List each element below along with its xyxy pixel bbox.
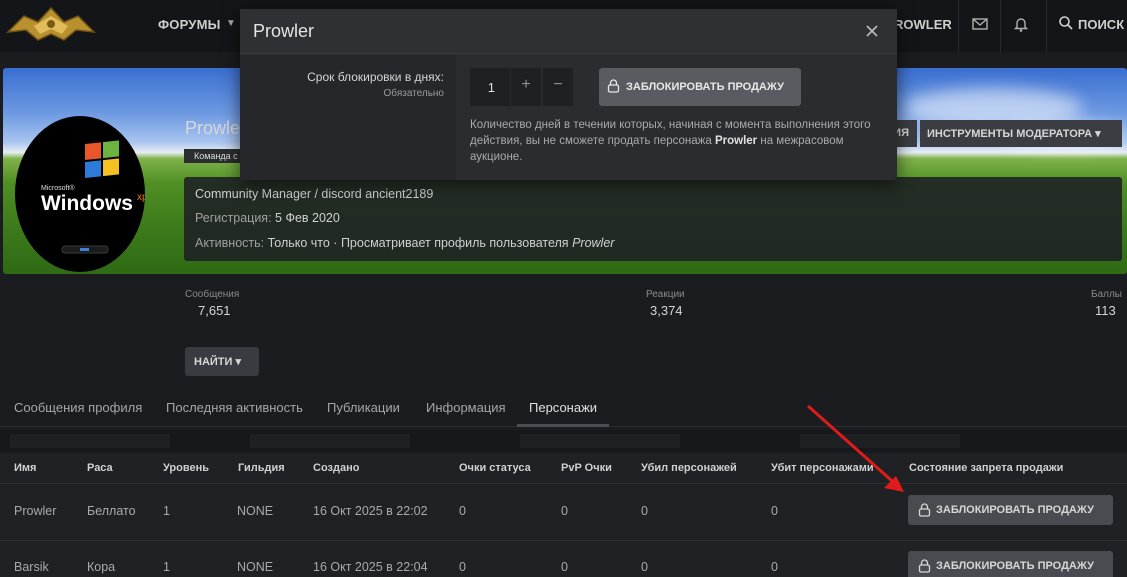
cell-name: Barsik [14, 560, 49, 574]
cell-killed-by: 0 [771, 504, 778, 518]
nav-search[interactable]: ПОИСК [1078, 17, 1124, 32]
block-sale-label: ЗАБЛОКИРОВАТЬ ПРОДАЖУ [936, 504, 1094, 516]
decrement-button[interactable]: − [542, 68, 573, 106]
block-days-input[interactable] [470, 68, 510, 106]
profile-info-box: Community Manager / discord ancient2189 … [184, 177, 1122, 261]
increment-button[interactable]: + [510, 68, 541, 106]
profile-name: Prowle [185, 118, 241, 138]
block-sale-label: ЗАБЛОКИРОВАТЬ ПРОДАЖУ [936, 560, 1094, 572]
cell-race: Беллато [87, 504, 136, 518]
col-race[interactable]: Раса [87, 462, 113, 474]
cell-guild: NONE [237, 504, 274, 518]
lock-icon [918, 503, 931, 517]
cell-created: 16 Окт 2025 в 22:04 [313, 560, 428, 574]
nav-forums[interactable]: ФОРУМЫ [158, 17, 221, 32]
registration-row: Регистрация: 5 Фев 2020 [195, 211, 340, 225]
nav-divider [1000, 0, 1001, 52]
user-title: Community Manager / discord ancient2189 [195, 187, 434, 201]
nav-divider [1046, 0, 1047, 52]
nav-user[interactable]: ROWLER [894, 17, 952, 32]
reactions-label: Реакции [646, 289, 685, 300]
col-guild[interactable]: Гильдия [238, 462, 285, 474]
row-divider [0, 540, 1127, 541]
avatar-windows-text: Windows [41, 192, 133, 215]
cell-created: 16 Окт 2025 в 22:02 [313, 504, 428, 518]
chevron-down-icon[interactable]: ▼ [226, 18, 236, 29]
tab-profile-posts[interactable]: Сообщения профиля [14, 400, 142, 415]
red-arrow-annotation [807, 404, 904, 492]
cell-status-points: 0 [459, 560, 466, 574]
lock-icon [607, 79, 620, 93]
block-sale-dialog: Prowler Срок блокировки в днях: Обязател… [240, 9, 897, 180]
col-sale-ban-state[interactable]: Состояние запрета продажи [909, 462, 1063, 474]
confirm-block-sale-button[interactable]: ЗАБЛОКИРОВАТЬ ПРОДАЖУ [599, 68, 801, 106]
active-tab-indicator [517, 424, 609, 427]
cell-level: 1 [163, 560, 170, 574]
search-icon[interactable] [1058, 15, 1074, 31]
registration-label: Регистрация: [195, 211, 272, 225]
col-level[interactable]: Уровень [163, 462, 209, 474]
envelope-icon[interactable] [970, 14, 990, 34]
close-icon[interactable] [864, 23, 880, 39]
block-sale-button[interactable]: ЗАБЛОКИРОВАТЬ ПРОДАЖУ [908, 551, 1113, 577]
block-days-help-text: Количество дней в течении которых, начин… [470, 119, 871, 163]
site-logo[interactable] [4, 2, 98, 48]
profile-tabs: Сообщения профиля Последняя активность П… [0, 393, 1127, 427]
dialog-label-column: Срок блокировки в днях: Обязательно [240, 55, 456, 180]
required-hint: Обязательно [383, 88, 444, 99]
cell-pvp-points: 0 [561, 504, 568, 518]
block-sale-button[interactable]: ЗАБЛОКИРОВАТЬ ПРОДАЖУ [908, 495, 1113, 525]
col-status-points[interactable]: Очки статуса [459, 462, 531, 474]
cell-race: Кора [87, 560, 116, 574]
activity-row: Активность: Только что · Просматривает п… [195, 236, 614, 250]
row-divider [0, 483, 1127, 484]
cell-pvp-points: 0 [561, 560, 568, 574]
divider-strip [0, 430, 1127, 452]
dialog-header: Prowler [240, 9, 897, 54]
points-label: Баллы [1091, 289, 1122, 300]
help-character-name: Prowler [714, 135, 758, 147]
cell-name: Prowler [14, 504, 57, 518]
col-kills[interactable]: Убил персонажей [641, 462, 737, 474]
block-days-label: Срок блокировки в днях: [307, 70, 444, 84]
cell-status-points: 0 [459, 504, 466, 518]
dialog-title: Prowler [253, 21, 315, 41]
cell-killed-by: 0 [771, 560, 778, 574]
tab-latest-activity[interactable]: Последняя активность [166, 400, 303, 415]
registration-value: 5 Фев 2020 [275, 211, 340, 225]
messages-label: Сообщения [185, 289, 240, 300]
activity-label: Активность: [195, 236, 265, 250]
avatar-microsoft-text: Microsoft® [41, 184, 75, 192]
col-pvp-points[interactable]: PvP Очки [561, 462, 612, 474]
moderator-tools-button[interactable]: ИНСТРУМЕНТЫ МОДЕРАТОРА ▾ [920, 120, 1122, 147]
col-created[interactable]: Создано [313, 462, 359, 474]
cell-guild: NONE [237, 560, 274, 574]
tab-characters[interactable]: Персонажи [529, 400, 597, 415]
avatar-xp-text: xp [137, 192, 145, 203]
col-name[interactable]: Имя [14, 462, 36, 474]
lock-icon [918, 559, 931, 573]
activity-user-link[interactable]: Prowler [572, 236, 614, 250]
nav-divider [958, 0, 959, 52]
activity-value: Только что · Просматривает профиль польз… [267, 236, 569, 250]
tab-postings[interactable]: Публикации [327, 400, 400, 415]
cell-kills: 0 [641, 504, 648, 518]
tab-about[interactable]: Информация [426, 400, 506, 415]
reactions-value[interactable]: 3,374 [650, 303, 683, 318]
messages-value[interactable]: 7,651 [198, 303, 231, 318]
bell-icon[interactable] [1011, 14, 1031, 34]
confirm-block-sale-label: ЗАБЛОКИРОВАТЬ ПРОДАЖУ [626, 81, 784, 93]
cell-level: 1 [163, 504, 170, 518]
find-button[interactable]: НАЙТИ ▾ [185, 347, 259, 376]
cell-kills: 0 [641, 560, 648, 574]
points-value[interactable]: 113 [1095, 303, 1116, 318]
avatar[interactable]: Microsoft® Windows xp [15, 116, 145, 272]
characters-table: Имя Раса Уровень Гильдия Создано Очки ст… [0, 454, 1127, 577]
